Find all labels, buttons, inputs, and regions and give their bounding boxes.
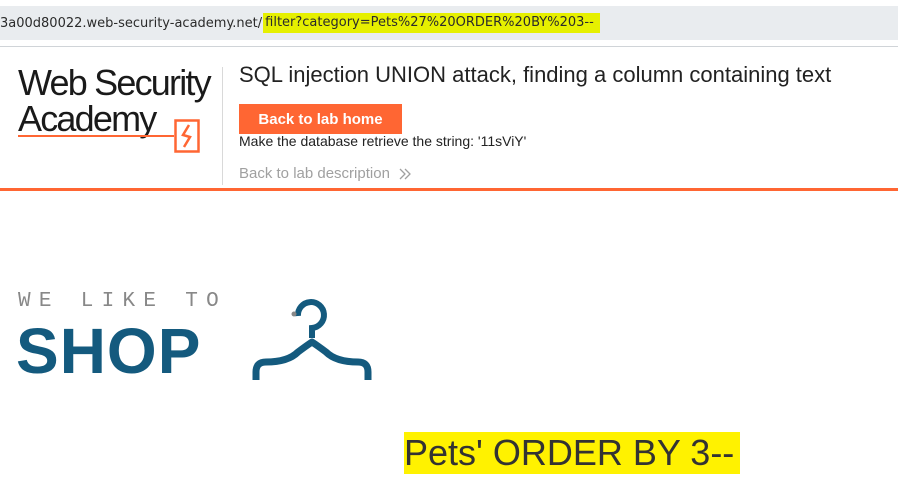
url-field[interactable]: 3a00d80022.web-security-academy.net/filt… xyxy=(0,6,898,40)
shop-tagline: WE LIKE TO xyxy=(18,290,228,313)
browser-address-bar: 3a00d80022.web-security-academy.net/filt… xyxy=(0,0,898,46)
lab-title: SQL injection UNION attack, finding a co… xyxy=(239,62,832,87)
logo-text-line1: Web Security xyxy=(18,62,212,103)
header-bottom-rule xyxy=(0,188,898,191)
web-security-academy-logo[interactable]: Web Security Academy xyxy=(18,62,223,153)
back-to-lab-home-button[interactable]: Back to lab home xyxy=(239,104,402,134)
logo-text-line2: Academy xyxy=(18,98,157,139)
back-to-lab-description-label: Back to lab description xyxy=(239,165,390,182)
shop-name: SHOP xyxy=(16,315,202,387)
url-path-highlighted: filter?category=Pets%27%20ORDER%20BY%203… xyxy=(263,13,600,33)
logo-underline xyxy=(18,135,174,137)
shop-logo[interactable]: WE LIKE TO SHOP xyxy=(16,290,378,390)
back-to-lab-description-link[interactable]: Back to lab description xyxy=(239,165,412,182)
clothes-hanger-icon xyxy=(252,299,372,380)
lab-objective: Make the database retrieve the string: '… xyxy=(239,133,527,149)
lightning-bolt-icon xyxy=(174,119,200,153)
double-chevron-right-icon xyxy=(399,168,411,179)
url-domain: 3a00d80022.web-security-academy.net/ xyxy=(0,15,263,31)
academy-lab-header: Web Security Academy SQL injection UNION… xyxy=(0,47,898,188)
category-heading: Pets' ORDER BY 3-- xyxy=(404,432,741,474)
header-divider xyxy=(222,67,223,185)
